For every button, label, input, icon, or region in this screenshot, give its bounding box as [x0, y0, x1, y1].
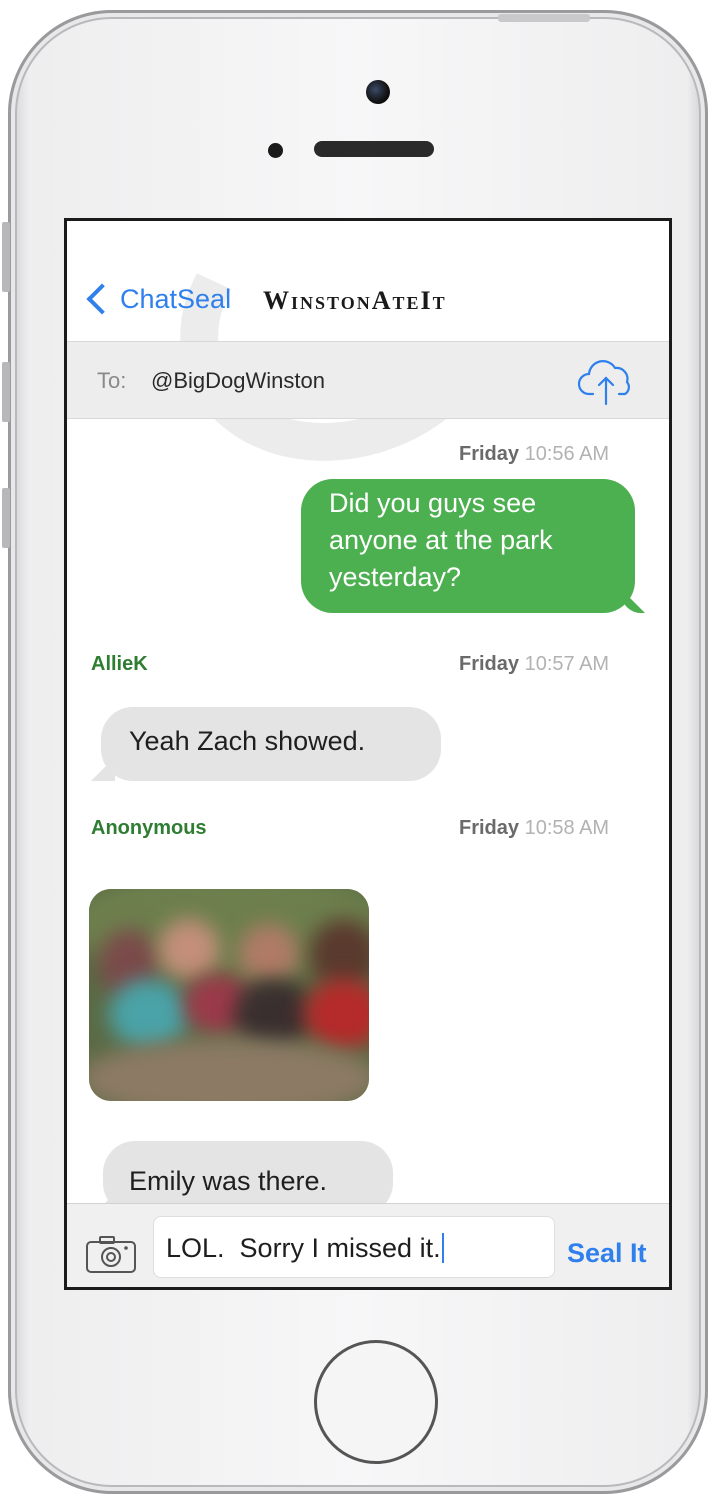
- mute-switch: [2, 222, 10, 292]
- text-cursor: [441, 1233, 444, 1263]
- to-label: To:: [97, 368, 127, 393]
- message-input[interactable]: LOL. Sorry I missed it.: [153, 1216, 555, 1278]
- navigation-bar: ChatSeal WinstonAteIt: [67, 271, 669, 339]
- message-line: anyone at the park: [329, 525, 553, 555]
- message-timestamp: Friday 10:56 AM: [459, 443, 610, 465]
- chevron-left-icon[interactable]: [86, 283, 118, 315]
- message-line: Did you guys see: [329, 488, 537, 518]
- message-text: Emily was there.: [129, 1166, 328, 1196]
- sender-name: Anonymous: [91, 817, 207, 839]
- message-timestamp: Friday 10:58 AM: [459, 817, 610, 839]
- proximity-sensor: [268, 143, 283, 158]
- front-camera: [366, 80, 390, 104]
- page-title: WinstonAteIt: [263, 286, 447, 315]
- back-button[interactable]: ChatSeal: [120, 284, 231, 315]
- sender-name: AllieK: [91, 653, 148, 675]
- home-button[interactable]: [314, 1340, 438, 1464]
- cloud-upload-icon[interactable]: [577, 356, 637, 406]
- compose-bar: LOL. Sorry I missed it. Seal It: [67, 1203, 669, 1287]
- sleep-button: [498, 14, 590, 22]
- app-screen: ChatSeal WinstonAteIt To: @BigDogWinston…: [64, 218, 672, 1290]
- message-text: Yeah Zach showed.: [129, 726, 366, 756]
- camera-icon[interactable]: [85, 1234, 137, 1274]
- message-timestamp: Friday 10:57 AM: [459, 653, 610, 675]
- volume-down-button: [2, 488, 10, 548]
- message-input-text: LOL. Sorry I missed it.: [166, 1233, 441, 1263]
- recipient-bar: To: @BigDogWinston: [67, 341, 669, 419]
- recipient-field[interactable]: @BigDogWinston: [151, 368, 325, 394]
- message-line: yesterday?: [329, 562, 462, 592]
- earpiece-speaker: [314, 141, 434, 157]
- seal-it-button[interactable]: Seal It: [567, 1238, 647, 1269]
- outgoing-message-bubble[interactable]: Did you guys see anyone at the park yest…: [301, 479, 635, 613]
- volume-up-button: [2, 362, 10, 422]
- incoming-message-bubble[interactable]: Yeah Zach showed.: [101, 707, 441, 781]
- photo-attachment[interactable]: [89, 889, 369, 1101]
